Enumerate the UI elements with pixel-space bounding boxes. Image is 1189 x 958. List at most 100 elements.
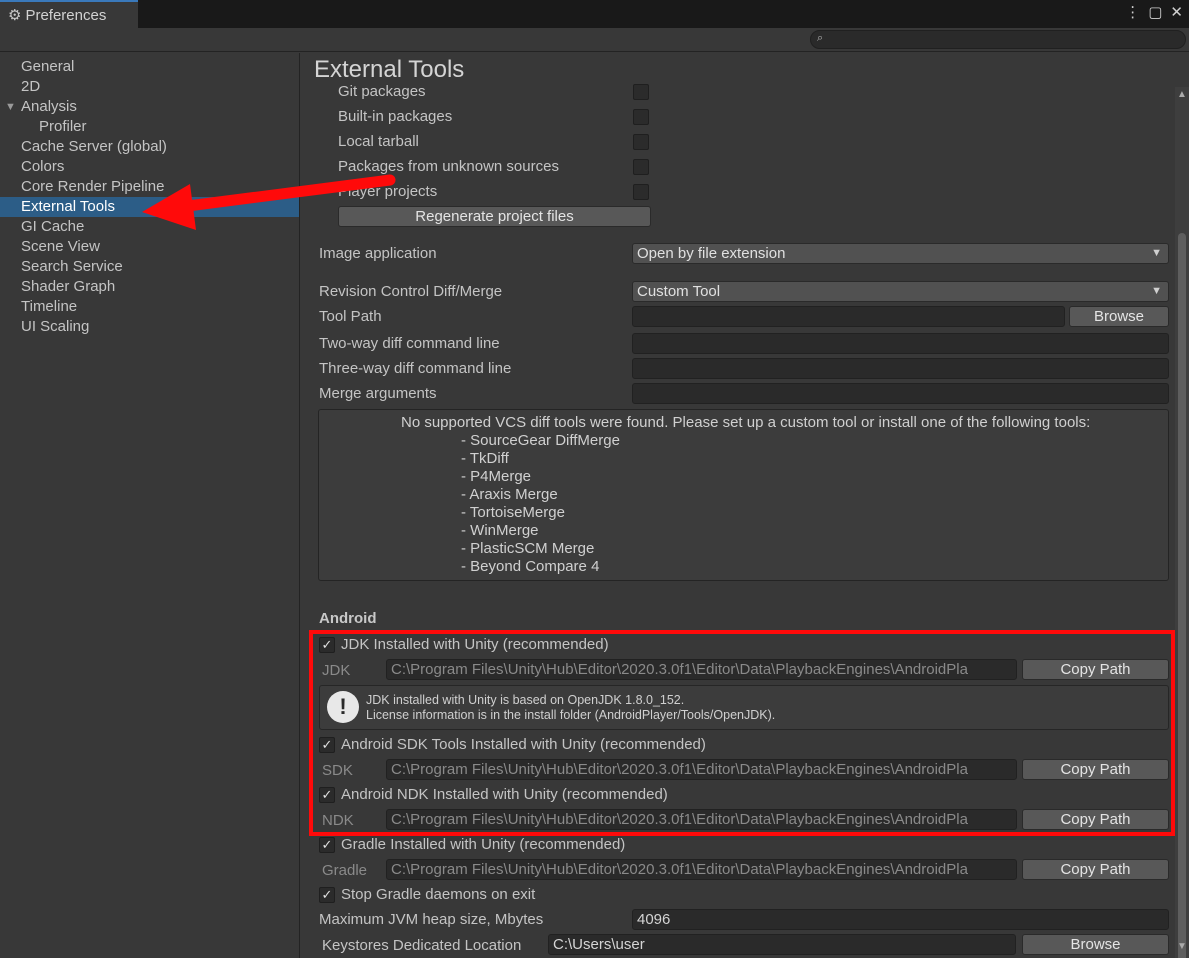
ndk-installed-label: Android NDK Installed with Unity (recomm… (341, 786, 668, 803)
builtin-packages-checkbox[interactable] (633, 109, 649, 125)
unknown-sources-checkbox[interactable] (633, 159, 649, 175)
builtin-packages-label: Built-in packages (338, 108, 453, 125)
jdk-info-text: JDK installed with Unity is based on Ope… (366, 693, 775, 723)
main-panel: External Tools Git packages Built-in pac… (301, 53, 1189, 958)
expand-triangle-icon[interactable]: ▼ (5, 97, 16, 117)
jdk-path-field: C:\Program Files\Unity\Hub\Editor\2020.3… (386, 659, 1017, 680)
sidebar-item-scene-view[interactable]: Scene View (0, 237, 299, 257)
sidebar-item-label: Shader Graph (21, 278, 116, 295)
sidebar-item-label: 2D (21, 78, 41, 95)
gradle-installed-checkbox[interactable]: ✓ (319, 837, 335, 853)
vertical-scrollbar[interactable]: ▲ ▼ (1175, 87, 1189, 958)
maximize-icon[interactable]: ▢ (1148, 3, 1162, 21)
sidebar-item-analysis[interactable]: ▼ Analysis (0, 97, 299, 117)
sidebar-item-profiler[interactable]: Profiler (0, 117, 299, 137)
sidebar-item-colors[interactable]: Colors (0, 157, 299, 177)
local-tarball-label: Local tarball (338, 133, 419, 150)
sidebar-item-label: External Tools (21, 198, 115, 215)
sidebar-item-label: Timeline (21, 298, 78, 315)
list-item: - PlasticSCM Merge (461, 540, 595, 557)
keystores-input[interactable]: C:\Users\user (548, 934, 1016, 955)
vcs-help-box: No supported VCS diff tools were found. … (318, 409, 1169, 581)
gradle-copy-path-button[interactable]: Copy Path (1022, 859, 1169, 880)
title-bar: ⚙ Preferences ⋮ ▢ ✕ (0, 0, 1189, 28)
two-way-diff-input[interactable] (632, 333, 1169, 354)
jvm-heap-input[interactable]: 4096 (632, 909, 1169, 930)
merge-arguments-input[interactable] (632, 383, 1169, 404)
scroll-up-icon[interactable]: ▲ (1177, 89, 1187, 100)
sidebar-item-search-service[interactable]: Search Service (0, 257, 299, 277)
gradle-label: Gradle (322, 862, 368, 879)
three-way-diff-input[interactable] (632, 358, 1169, 379)
sidebar-item-label: UI Scaling (21, 318, 90, 335)
more-options-icon[interactable]: ⋮ (1125, 3, 1140, 21)
sidebar-item-timeline[interactable]: Timeline (0, 297, 299, 317)
two-way-diff-label: Two-way diff command line (319, 335, 500, 352)
android-section-title: Android (319, 610, 377, 627)
close-icon[interactable]: ✕ (1170, 3, 1183, 21)
sidebar-item-gi-cache[interactable]: GI Cache (0, 217, 299, 237)
window-controls: ⋮ ▢ ✕ (1125, 3, 1183, 21)
sidebar-item-label: Analysis (21, 98, 77, 115)
sdk-label: SDK (322, 762, 353, 779)
jvm-heap-label: Maximum JVM heap size, Mbytes (319, 911, 544, 928)
sdk-copy-path-button[interactable]: Copy Path (1022, 759, 1169, 780)
scrollbar-thumb[interactable] (1178, 233, 1186, 958)
local-tarball-checkbox[interactable] (633, 134, 649, 150)
tool-path-input[interactable] (632, 306, 1065, 327)
list-item: - Araxis Merge (461, 486, 558, 503)
sidebar-item-label: GI Cache (21, 218, 85, 235)
search-input[interactable]: ⌕ (810, 30, 1186, 49)
gradle-path-field: C:\Program Files\Unity\Hub\Editor\2020.3… (386, 859, 1017, 880)
sdk-installed-label: Android SDK Tools Installed with Unity (… (341, 736, 706, 753)
sdk-installed-checkbox[interactable]: ✓ (319, 737, 335, 753)
list-item: - Beyond Compare 4 (461, 558, 600, 575)
regenerate-project-files-button[interactable]: Regenerate project files (338, 206, 651, 227)
player-projects-checkbox[interactable] (633, 184, 649, 200)
chevron-down-icon: ▼ (1151, 247, 1162, 259)
diff-merge-value: Custom Tool (637, 283, 721, 300)
jdk-installed-checkbox[interactable]: ✓ (319, 637, 335, 653)
jdk-info-line-2: License information is in the install fo… (366, 708, 776, 722)
stop-gradle-label: Stop Gradle daemons on exit (341, 886, 536, 903)
sidebar-item-label: General (21, 58, 75, 75)
diff-merge-dropdown[interactable]: Custom Tool ▼ (632, 281, 1169, 302)
sidebar-item-label: Cache Server (global) (21, 138, 167, 155)
list-item: - WinMerge (461, 522, 539, 539)
preferences-tab[interactable]: ⚙ Preferences (0, 0, 138, 28)
sidebar-item-cache-server[interactable]: Cache Server (global) (0, 137, 299, 157)
keystores-browse-button[interactable]: Browse (1022, 934, 1169, 955)
git-packages-checkbox[interactable] (633, 84, 649, 100)
sidebar-item-label: Core Render Pipeline (21, 178, 165, 195)
sdk-path-field: C:\Program Files\Unity\Hub\Editor\2020.3… (386, 759, 1017, 780)
window-title: Preferences (25, 6, 107, 24)
sidebar-item-external-tools[interactable]: External Tools (0, 197, 299, 217)
toolbar: ⌕ (0, 28, 1189, 52)
scroll-down-icon[interactable]: ▼ (1177, 941, 1187, 952)
sidebar-item-2d[interactable]: 2D (0, 77, 299, 97)
list-item: - TkDiff (461, 450, 509, 467)
sidebar-item-shader-graph[interactable]: Shader Graph (0, 277, 299, 297)
ndk-copy-path-button[interactable]: Copy Path (1022, 809, 1169, 830)
list-item: - TortoiseMerge (461, 504, 565, 521)
ndk-installed-checkbox[interactable]: ✓ (319, 787, 335, 803)
tool-path-label: Tool Path (319, 308, 382, 325)
sidebar-item-core-render-pipeline[interactable]: Core Render Pipeline (0, 177, 299, 197)
warning-icon: ! (327, 691, 359, 723)
jdk-installed-label: JDK Installed with Unity (recommended) (341, 636, 609, 653)
sidebar: General 2D ▼ Analysis Profiler Cache Serv… (0, 53, 300, 958)
sidebar-item-label: Profiler (39, 118, 87, 135)
jdk-copy-path-button[interactable]: Copy Path (1022, 659, 1169, 680)
list-item: - SourceGear DiffMerge (461, 432, 620, 449)
stop-gradle-checkbox[interactable]: ✓ (319, 887, 335, 903)
chevron-down-icon: ▼ (1151, 285, 1162, 297)
image-application-dropdown[interactable]: Open by file extension ▼ (632, 243, 1169, 264)
tool-path-browse-button[interactable]: Browse (1069, 306, 1169, 327)
list-item: - P4Merge (461, 468, 532, 485)
sidebar-item-general[interactable]: General (0, 57, 299, 77)
gradle-installed-label: Gradle Installed with Unity (recommended… (341, 836, 626, 853)
ndk-path-field: C:\Program Files\Unity\Hub\Editor\2020.3… (386, 809, 1017, 830)
sidebar-item-ui-scaling[interactable]: UI Scaling (0, 317, 299, 337)
keystores-label: Keystores Dedicated Location (322, 937, 522, 954)
ndk-label: NDK (322, 812, 354, 829)
